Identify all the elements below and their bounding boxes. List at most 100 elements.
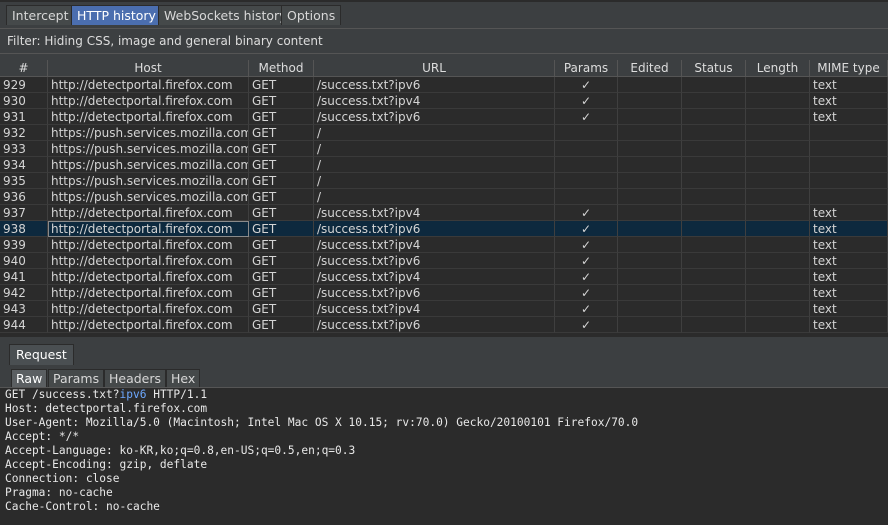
table-row[interactable]: 930 http://detectportal.firefox.com GET/su… xyxy=(0,93,888,109)
row-number: 935 xyxy=(0,173,48,189)
column-header-number[interactable]: # xyxy=(0,60,48,76)
row-edited xyxy=(618,109,682,125)
tab-intercept[interactable]: Intercept xyxy=(6,5,75,25)
row-params xyxy=(555,141,618,157)
table-row[interactable]: 934 https://push.services.mozilla.com GET / xyxy=(0,157,888,173)
row-status xyxy=(682,109,746,125)
row-status xyxy=(682,205,746,221)
row-edited xyxy=(618,77,682,93)
tab-options[interactable]: Options xyxy=(281,5,342,25)
row-params: ✓ xyxy=(555,221,618,237)
table-row[interactable]: 929 http://detectportal.firefox.com GET/su… xyxy=(0,77,888,93)
row-mime-type: text xyxy=(810,253,888,269)
filter-bar[interactable]: Filter: Hiding CSS, image and general bi… xyxy=(0,28,888,54)
column-header-status[interactable]: Status xyxy=(682,60,746,76)
row-host: http://detectportal.firefox.com xyxy=(48,301,249,317)
row-edited xyxy=(618,301,682,317)
subtab-headers[interactable]: Headers xyxy=(104,369,167,387)
table-row[interactable]: 932 https://push.services.mozilla.com GET / xyxy=(0,125,888,141)
row-mime-type: text xyxy=(810,317,888,333)
table-row[interactable]: 944 http://detectportal.firefox.com GET/su… xyxy=(0,317,888,333)
row-status xyxy=(682,317,746,333)
row-params: ✓ xyxy=(555,317,618,333)
column-header-length[interactable]: Length xyxy=(746,60,810,76)
row-method: GET xyxy=(249,93,314,109)
row-params: ✓ xyxy=(555,301,618,317)
subtab-hex[interactable]: Hex xyxy=(166,369,201,387)
table-row[interactable]: 931 http://detectportal.firefox.com GET/su… xyxy=(0,109,888,125)
row-status xyxy=(682,221,746,237)
row-length xyxy=(746,285,810,301)
column-header-method[interactable]: Method xyxy=(249,60,314,76)
subtab-params[interactable]: Params xyxy=(48,369,105,387)
column-header-params[interactable]: Params xyxy=(555,60,618,76)
request-header-line: Host: detectportal.firefox.com xyxy=(5,402,208,415)
row-method: GET xyxy=(249,189,314,205)
filter-text: Filter: Hiding CSS, image and general bi… xyxy=(7,34,323,48)
row-params: ✓ xyxy=(555,285,618,301)
row-method: GET xyxy=(249,253,314,269)
request-header-line: Accept-Language: ko-KR,ko;q=0.8,en-US;q=… xyxy=(5,444,356,457)
row-status xyxy=(682,269,746,285)
row-params xyxy=(555,157,618,173)
table-header: # Host Method URL Params Edited Status L… xyxy=(0,60,888,77)
row-method: GET xyxy=(249,285,314,301)
table-row[interactable]: 933 https://push.services.mozilla.com GET / xyxy=(0,141,888,157)
row-number: 937 xyxy=(0,205,48,221)
tab-http-history[interactable]: HTTP history xyxy=(71,5,162,25)
row-mime-type: text xyxy=(810,237,888,253)
row-host: https://push.services.mozilla.com xyxy=(48,141,249,157)
table-row[interactable]: 936 https://push.services.mozilla.com GET / xyxy=(0,189,888,205)
top-strip xyxy=(0,0,888,2)
row-length xyxy=(746,237,810,253)
row-number: 942 xyxy=(0,285,48,301)
row-mime-type: text xyxy=(810,301,888,317)
row-status xyxy=(682,301,746,317)
table-row[interactable]: 940 http://detectportal.firefox.com GET/su… xyxy=(0,253,888,269)
request-header-line: User-Agent: Mozilla/5.0 (Macintosh; Inte… xyxy=(5,416,639,429)
row-edited xyxy=(618,317,682,333)
row-number: 933 xyxy=(0,141,48,157)
column-header-url[interactable]: URL xyxy=(314,60,555,76)
row-number: 932 xyxy=(0,125,48,141)
table-row[interactable]: 938 http://detectportal.firefox.com GET/su… xyxy=(0,221,888,237)
table-row[interactable]: 935 https://push.services.mozilla.com GET / xyxy=(0,173,888,189)
table-row[interactable]: 941 http://detectportal.firefox.com GET/su… xyxy=(0,269,888,285)
raw-request-editor[interactable]: GET /success.txt?ipv6 HTTP/1.1 Host: det… xyxy=(0,388,888,525)
row-host: http://detectportal.firefox.com xyxy=(48,237,249,253)
row-status xyxy=(682,253,746,269)
row-host: http://detectportal.firefox.com xyxy=(48,253,249,269)
row-host: http://detectportal.firefox.com xyxy=(48,285,249,301)
table-row[interactable]: 942 http://detectportal.firefox.com GET/su… xyxy=(0,285,888,301)
row-params xyxy=(555,173,618,189)
column-header-mime-type[interactable]: MIME type xyxy=(810,60,888,76)
tab-websockets-history[interactable]: WebSockets history xyxy=(158,5,293,25)
row-url: / xyxy=(314,141,555,157)
subtab-raw[interactable]: Raw xyxy=(11,369,48,387)
column-header-host[interactable]: Host xyxy=(48,60,249,76)
row-method: GET xyxy=(249,109,314,125)
row-params xyxy=(555,125,618,141)
row-edited xyxy=(618,237,682,253)
row-method: GET xyxy=(249,77,314,93)
row-number: 938 xyxy=(0,221,48,237)
row-mime-type: text xyxy=(810,285,888,301)
row-host: https://push.services.mozilla.com xyxy=(48,173,249,189)
row-status xyxy=(682,125,746,141)
row-url: / xyxy=(314,157,555,173)
http-history-table[interactable]: 928http://detectportal.firefox.comGET/su… xyxy=(0,60,888,337)
table-row[interactable]: 939 http://detectportal.firefox.com GET/su… xyxy=(0,237,888,253)
row-params: ✓ xyxy=(555,77,618,93)
row-number: 944 xyxy=(0,317,48,333)
table-row[interactable]: 943 http://detectportal.firefox.com GET/su… xyxy=(0,301,888,317)
row-params: ✓ xyxy=(555,93,618,109)
row-edited xyxy=(618,173,682,189)
request-header-line: Pragma: no-cache xyxy=(5,486,113,499)
row-edited xyxy=(618,189,682,205)
table-row[interactable]: 937 http://detectportal.firefox.com GET/su… xyxy=(0,205,888,221)
row-mime-type xyxy=(810,173,888,189)
request-tab[interactable]: Request xyxy=(9,344,74,365)
column-header-edited[interactable]: Edited xyxy=(618,60,682,76)
row-host: http://detectportal.firefox.com xyxy=(48,269,249,285)
row-url: /success.txt?ipv6 xyxy=(314,285,555,301)
